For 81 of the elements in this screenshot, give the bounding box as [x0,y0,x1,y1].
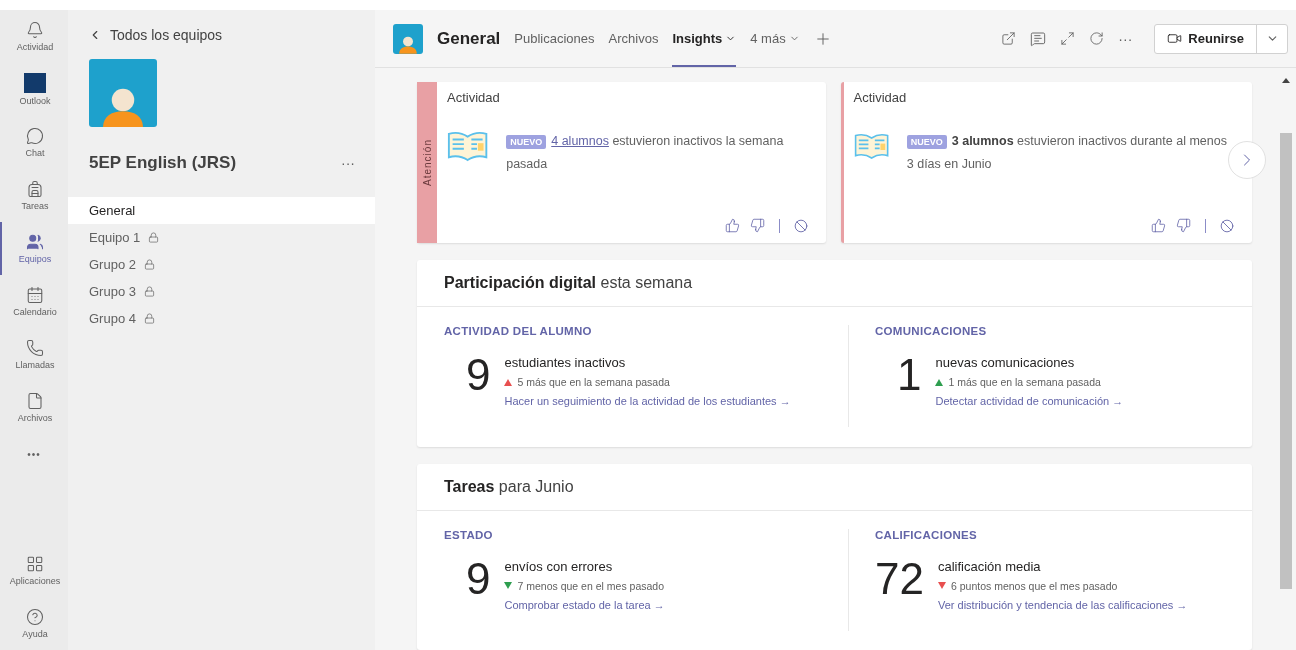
rail-item[interactable]: Llamadas [0,328,68,381]
lock-icon [144,259,155,270]
change-text: 7 menos que en el mes pasado [517,579,664,592]
change-text: 5 más que en la semana pasada [517,376,670,388]
backpack-icon [26,180,44,198]
app-tile-icon [24,73,46,93]
stat-value: 72 [875,554,924,605]
dismiss-icon [1220,218,1234,233]
more-apps-button[interactable]: ••• [0,434,68,474]
thumbs-up-icon [724,218,740,233]
thumbs-down-icon [1176,218,1191,233]
channel-item[interactable]: Grupo 4 [68,305,375,332]
help-icon [26,608,44,626]
book-icon [447,130,489,162]
rail-item[interactable]: Aplicaciones [0,544,68,597]
thumbs-up-icon [1151,218,1166,233]
rail-item[interactable]: Ayuda [0,597,68,650]
column-heading: COMUNICACIONES [875,325,988,337]
detail-link[interactable]: Detectar actividad de comunicación → [935,395,1124,407]
stat-value: 9 [466,554,491,605]
stat-label: envíos con errores [504,558,614,574]
phone-icon [26,339,44,357]
team-name: 5EP English (JRS) [89,153,237,173]
lock-icon [144,286,155,297]
insight-text: NUEVO 3 alumnos estuvieron inactivos durante al menos 3 días en Junio [906,133,1228,173]
scrollbar-thumb[interactable] [1280,133,1292,589]
card-title: Actividad [447,90,501,105]
column-heading: ACTIVIDAD DEL ALUMNO [444,325,593,337]
back-link[interactable]: Todos los equipos [68,10,375,43]
detail-link[interactable]: Hacer un seguimiento de la actividad de los estudiantes → [504,395,791,407]
stat-value: 1 [897,351,922,401]
channel-item[interactable]: Grupo 3 [68,278,375,305]
stat-label: calificación media [937,558,1042,574]
section-title: Tareas para Junio [417,463,1252,511]
rail-item[interactable]: Archivos [0,381,68,434]
channel-item[interactable]: Grupo 2 [68,251,375,278]
dismiss-icon [793,218,808,233]
scroll-up-icon [1282,78,1290,83]
more-options-button[interactable]: ··· [1118,30,1133,47]
bell-icon [26,21,44,39]
tab[interactable]: Insights [672,10,737,67]
rail-item[interactable]: Tareas [0,169,68,222]
section-title: Participación digital esta semana [417,260,1252,307]
rail-item[interactable]: Chat [0,116,68,169]
rail-item[interactable]: Calendario [0,275,68,328]
avatar-icon [397,34,419,54]
tab[interactable]: 4 más [750,10,800,67]
channel-title: General [437,28,501,49]
channel-item[interactable]: General [68,197,375,224]
more-options-button[interactable]: ··· [341,155,355,171]
change-text: 1 más que en la semana pasada [948,376,1101,388]
thumbs-down-icon [749,218,765,233]
detail-link[interactable]: Comprobar estado de la tarea → [504,598,665,611]
change-text: 6 puntos menos que el mes pasado [950,579,1118,592]
people-icon [26,233,44,251]
rail-item[interactable]: Actividad [0,10,68,63]
stat-label: estudiantes inactivos [504,355,627,370]
channel-item[interactable]: Equipo 1 [68,224,375,251]
column-heading: CALIFICACIONES [875,528,978,541]
refresh-button[interactable] [1089,31,1105,46]
file-icon [26,392,44,410]
tab[interactable]: Publicaciones [514,10,595,67]
chat-icon [26,127,44,145]
calendar-icon [26,286,44,304]
expand-button[interactable] [1060,31,1076,46]
tab[interactable]: Archivos [608,10,659,67]
insight-text: NUEVO 4 alumnos estuvieron inactivos la semana pasada [506,133,785,173]
rail-item[interactable]: Outlook [0,63,68,116]
popout-button[interactable] [1001,31,1017,46]
detail-link[interactable]: Ver distribución y tendencia de las calificaciones → [937,598,1188,611]
stat-label: nuevas comunicaciones [935,355,1076,370]
lock-icon [144,313,155,324]
students-link[interactable]: 4 alumnos [551,134,609,148]
apps-icon [26,555,44,573]
video-icon [1167,31,1183,46]
lock-icon [148,232,160,243]
attention-label: Atención [421,139,433,186]
conversation-button[interactable] [1030,30,1047,47]
column-heading: ESTADO [444,528,494,541]
stat-value: 9 [466,351,491,401]
card-title: Actividad [853,90,908,105]
